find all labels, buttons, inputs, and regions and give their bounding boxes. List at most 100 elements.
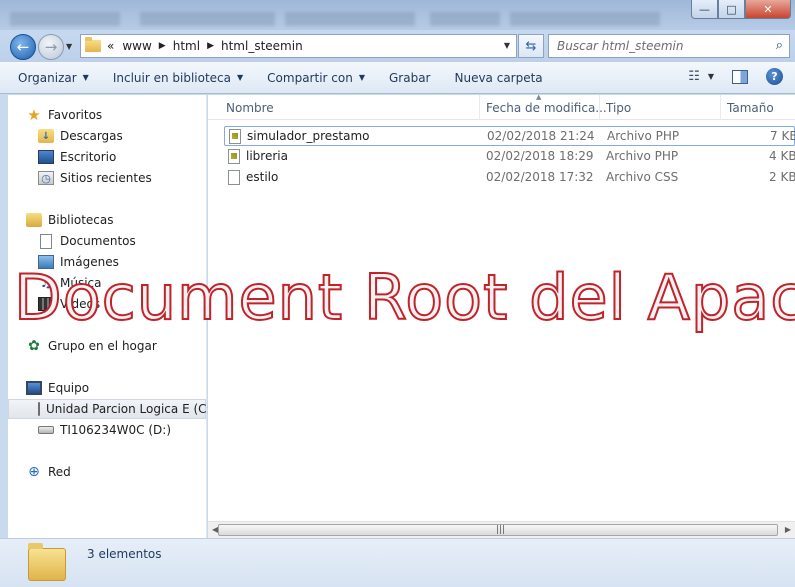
hard-drive-icon [38, 402, 40, 416]
share-with-button[interactable]: Compartir con ▼ [267, 71, 365, 85]
minimize-button[interactable]: — [691, 0, 718, 19]
sidebar-item-label: Descargas [60, 129, 123, 143]
folder-icon [85, 37, 101, 52]
toolbar-right: ☷ ▼ ? [688, 68, 783, 85]
breadcrumb-overflow[interactable]: « [107, 39, 114, 53]
blurred-tab [10, 12, 120, 26]
help-icon[interactable]: ? [766, 68, 783, 85]
sidebar-item-computer[interactable]: Equipo [26, 378, 89, 398]
chevron-down-icon: ▼ [237, 73, 244, 82]
blurred-tab [510, 12, 660, 26]
sidebar-item-drive-d[interactable]: TI106234W0C (D:) [38, 420, 171, 440]
downloads-icon: ↓ [38, 129, 54, 143]
include-library-label: Incluir en biblioteca [112, 70, 232, 85]
maximize-button[interactable]: □ [718, 0, 745, 19]
organize-label: Organizar [18, 70, 77, 85]
network-icon: ⊕ [28, 464, 40, 480]
scrollbar-thumb[interactable]: ||| [218, 524, 778, 536]
file-size: 7 KB [770, 129, 795, 143]
close-button[interactable]: ✕ [745, 0, 791, 19]
address-dropdown[interactable]: ▼ [504, 41, 510, 50]
sidebar-item-label: Documentos [60, 234, 136, 248]
file-size: 2 KB [769, 170, 795, 184]
address-bar[interactable]: « www ▶ html ▶ html_steemin ▼ [80, 34, 517, 58]
recent-pages-dropdown[interactable]: ▼ [66, 42, 72, 51]
new-folder-button[interactable]: Nueva carpeta [454, 71, 542, 85]
sidebar-item-favorites[interactable]: ★ Favoritos [26, 105, 102, 125]
sidebar-item-label: Favoritos [48, 108, 103, 122]
title-bar: — □ ✕ [0, 0, 795, 30]
file-type: Archivo PHP [607, 129, 680, 143]
sidebar-item-label: Unidad Parcion Logica E (C: [46, 402, 211, 416]
file-type: Archivo CSS [606, 170, 679, 184]
refresh-button[interactable]: ⇆ [518, 34, 544, 58]
breadcrumb-html[interactable]: html [173, 39, 200, 53]
preview-pane-icon[interactable] [732, 69, 748, 84]
command-bar: Organizar ▼ Incluir en biblioteca ▼ Compar… [0, 62, 795, 94]
search-input[interactable] [549, 35, 759, 57]
back-button[interactable]: ← [10, 34, 36, 60]
arrow-right-icon: → [44, 38, 58, 56]
sidebar-item-documents[interactable]: Documentos [38, 231, 136, 251]
minimize-icon: — [699, 2, 710, 16]
blurred-tab [430, 12, 500, 26]
column-date[interactable]: Fecha de modifica... [480, 95, 607, 120]
blurred-tab [140, 12, 275, 26]
breadcrumb-html-steemin[interactable]: html_steemin [221, 39, 303, 53]
search-icon[interactable]: ⌕ [776, 38, 783, 53]
maximize-icon: □ [726, 2, 737, 16]
chevron-right-icon[interactable]: ▶ [207, 41, 214, 51]
sidebar-item-network[interactable]: ⊕ Red [26, 462, 71, 482]
details-pane: 3 elementos [0, 538, 795, 587]
sidebar-item-drive-e[interactable]: Unidad Parcion Logica E (C: [8, 399, 211, 419]
burn-button[interactable]: Grabar [389, 71, 431, 85]
burn-label: Grabar [388, 70, 431, 85]
column-type-label: Tipo [606, 100, 632, 115]
breadcrumb: « www ▶ html ▶ html_steemin [107, 39, 303, 53]
forward-button[interactable]: → [38, 34, 64, 60]
chevron-down-icon: ▼ [358, 73, 365, 82]
column-name-label: Nombre [226, 100, 274, 115]
include-library-button[interactable]: Incluir en biblioteca ▼ [113, 71, 243, 85]
file-name: simulador_prestamo [247, 129, 370, 143]
address-row: ← → ▼ « www ▶ html ▶ html_steemin ▼ ⇆ ⌕ [0, 30, 795, 62]
table-row[interactable]: estilo 02/02/2018 17:32 Archivo CSS 2 KB [224, 168, 795, 188]
column-date-label: Fecha de modifica... [486, 100, 607, 115]
file-size: 4 KB [769, 149, 795, 163]
chevron-right-icon[interactable]: ▶ [159, 41, 166, 51]
share-with-label: Compartir con [267, 70, 353, 85]
sidebar-item-homegroup[interactable]: ✿ Grupo en el hogar [26, 336, 157, 356]
desktop-icon [38, 150, 54, 164]
column-size-label: Tamaño [727, 100, 774, 115]
breadcrumb-www[interactable]: www [122, 39, 151, 53]
column-size[interactable]: Tamaño [721, 95, 795, 120]
optical-drive-icon [38, 426, 54, 434]
new-folder-label: Nueva carpeta [454, 70, 543, 85]
scroll-right-icon[interactable]: ▶ [785, 525, 791, 534]
file-name: libreria [246, 149, 288, 163]
document-icon [40, 233, 52, 249]
column-name[interactable]: Nombre [220, 95, 480, 120]
sidebar-item-downloads[interactable]: ↓ Descargas [38, 126, 123, 146]
table-row[interactable]: libreria 02/02/2018 18:29 Archivo PHP 4 … [224, 147, 795, 167]
sidebar-item-recent-places[interactable]: ◷ Sitios recientes [38, 168, 152, 188]
column-type[interactable]: Tipo [600, 95, 721, 120]
recent-places-icon: ◷ [38, 171, 54, 185]
sidebar-item-label: Escritorio [60, 150, 117, 164]
overlay-caption: Document Root del Apache [14, 262, 795, 334]
grip-icon: ||| [496, 525, 506, 535]
folder-icon [28, 543, 66, 581]
view-details-icon[interactable]: ☷ [688, 69, 700, 84]
sidebar-item-label: Equipo [48, 381, 90, 395]
sidebar-item-label: TI106234W0C (D:) [60, 423, 172, 437]
table-row[interactable]: simulador_prestamo 02/02/2018 21:24 Arch… [224, 126, 795, 146]
column-headers: Nombre ▲ Fecha de modifica... Tipo Tamañ… [208, 93, 795, 120]
view-dropdown[interactable]: ▼ [708, 72, 714, 81]
horizontal-scrollbar[interactable]: ◀ ||| ▶ [208, 521, 795, 538]
organize-button[interactable]: Organizar ▼ [18, 71, 89, 85]
file-type: Archivo PHP [606, 149, 679, 163]
blurred-tab [285, 12, 415, 26]
sidebar-item-desktop[interactable]: Escritorio [38, 147, 116, 167]
sidebar-item-libraries[interactable]: Bibliotecas [26, 210, 113, 230]
item-count: 3 elementos [87, 547, 162, 561]
